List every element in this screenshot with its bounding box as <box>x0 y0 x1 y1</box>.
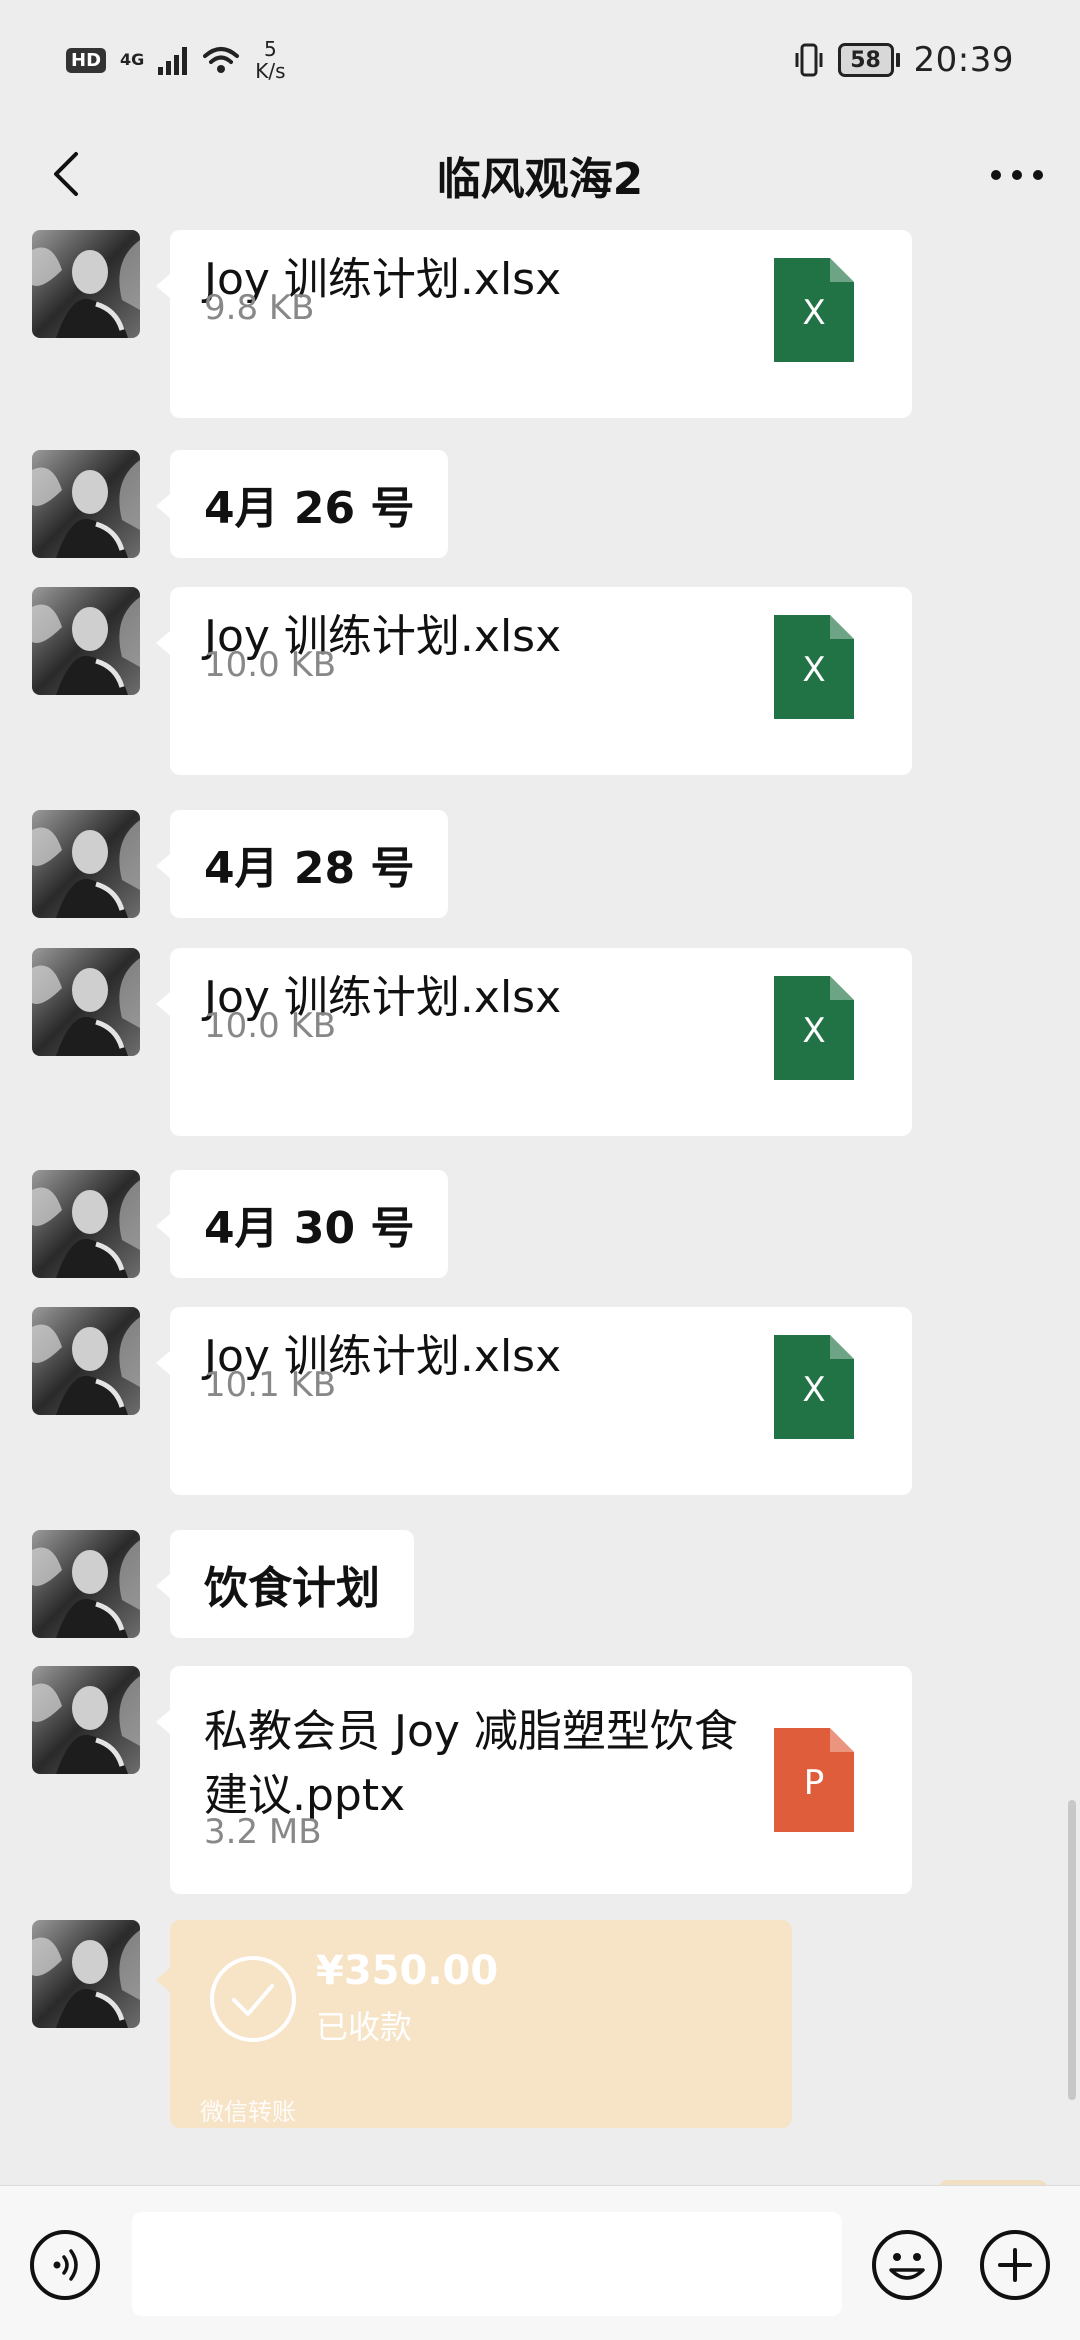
input-bar <box>0 2185 1080 2340</box>
scrollbar[interactable] <box>1068 1800 1076 2100</box>
file-bubble[interactable]: Joy 训练计划.xlsx 10.1 KB X <box>156 1307 912 1495</box>
file-bubble[interactable]: 私教会员 Joy 减脂塑型饮食建议.pptx 3.2 MB P <box>156 1666 912 1894</box>
avatar[interactable] <box>32 587 140 695</box>
text-bubble[interactable]: 4月 26 号 <box>155 450 449 558</box>
avatar[interactable] <box>32 230 140 338</box>
text-bubble[interactable]: 4月 30 号 <box>155 1170 449 1278</box>
svg-text:P: P <box>804 1763 825 1803</box>
voice-icon[interactable] <box>28 2228 102 2302</box>
file-bubble[interactable]: Joy 训练计划.xlsx 10.0 KB X <box>156 587 912 775</box>
svg-text:X: X <box>802 1370 825 1410</box>
avatar[interactable] <box>32 810 140 918</box>
chat-title: 临风观海2 <box>436 154 644 205</box>
file-bubble[interactable]: Joy 训练计划.xlsx 10.0 KB X <box>156 948 912 1136</box>
status-left: HD 4G 5 K/s <box>66 38 286 82</box>
hd-badge: HD <box>66 47 107 73</box>
vibrate-icon <box>795 43 823 77</box>
svg-text:X: X <box>802 650 825 690</box>
avatar[interactable] <box>32 1920 140 2028</box>
file-bubble[interactable]: Joy 训练计划.xlsx 9.8 KB X <box>156 230 912 418</box>
chat-header: 临风观海2 <box>0 120 1080 230</box>
emoji-icon[interactable] <box>870 2228 944 2302</box>
transfer-bubble[interactable]: ¥350.00 已收款 微信转账 <box>156 1920 792 2128</box>
powerpoint-file-icon: P <box>774 1728 854 1832</box>
avatar[interactable] <box>32 948 140 1056</box>
transfer-footer: 微信转账 <box>200 2098 296 2126</box>
excel-file-icon: X <box>774 258 854 362</box>
speed-unit: K/s <box>255 59 286 83</box>
check-circle-icon <box>210 1956 296 2042</box>
plus-icon[interactable] <box>978 2228 1052 2302</box>
avatar[interactable] <box>32 450 140 558</box>
battery-icon: 58 <box>837 43 900 77</box>
svg-text:X: X <box>802 293 825 333</box>
back-icon[interactable] <box>36 144 96 204</box>
wifi-icon <box>203 47 240 73</box>
chat-area[interactable]: Joy 训练计划.xlsx 9.8 KB X 4月 26 号 Joy 训练计划.… <box>0 230 1080 2185</box>
clock: 20:39 <box>913 40 1014 80</box>
network-speed: 5 K/s <box>255 38 285 82</box>
message-input[interactable] <box>132 2212 842 2316</box>
signal-icon <box>158 45 188 75</box>
text-bubble[interactable]: 4月 28 号 <box>155 810 449 918</box>
avatar[interactable] <box>32 1666 140 1774</box>
avatar[interactable] <box>32 1170 140 1278</box>
battery-level: 58 <box>837 43 894 77</box>
status-bar: HD 4G 5 K/s 58 20:39 <box>0 0 1080 120</box>
transfer-status: 已收款 <box>316 2008 413 2046</box>
text-bubble[interactable]: 饮食计划 <box>156 1530 414 1638</box>
avatar[interactable] <box>32 1530 140 1638</box>
excel-file-icon: X <box>774 1335 854 1439</box>
excel-file-icon: X <box>774 615 854 719</box>
network-type: 4G <box>120 50 145 69</box>
file-size: 10.1 KB <box>204 1365 337 1405</box>
file-name: 私教会员 Joy 减脂塑型饮食建议.pptx <box>204 1706 738 1821</box>
file-size: 10.0 KB <box>204 1006 337 1046</box>
transfer-amount: ¥350.00 <box>316 1948 499 1994</box>
excel-file-icon: X <box>774 976 854 1080</box>
svg-text:X: X <box>802 1011 825 1051</box>
more-icon[interactable] <box>982 150 1052 200</box>
file-size: 10.0 KB <box>204 645 337 685</box>
file-size: 3.2 MB <box>204 1812 322 1852</box>
file-size: 9.8 KB <box>204 288 315 328</box>
avatar[interactable] <box>32 1307 140 1415</box>
speed-value: 5 <box>264 37 277 61</box>
status-right: 58 20:39 <box>794 40 1014 80</box>
